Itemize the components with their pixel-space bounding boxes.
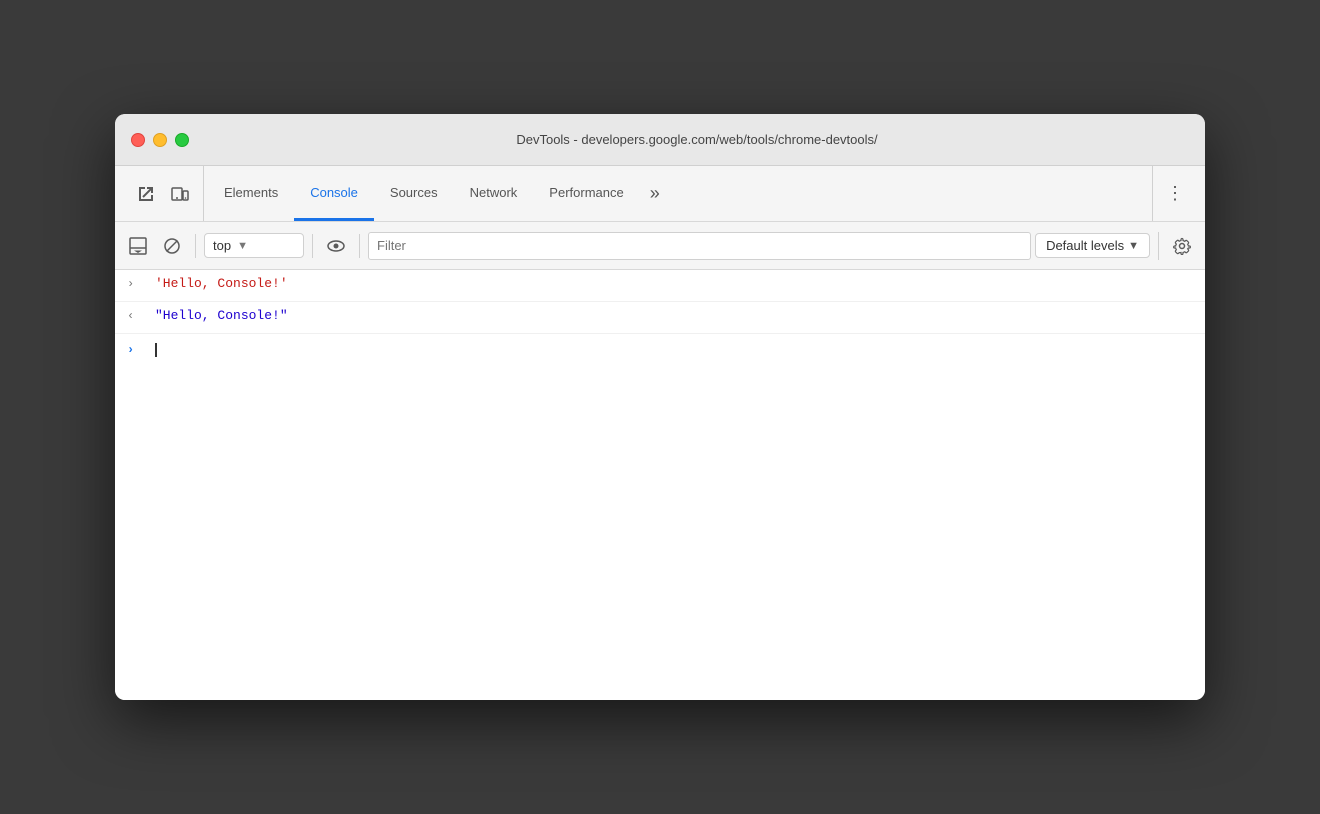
console-log-line-2[interactable]: ‹ "Hello, Console!" [115, 302, 1205, 334]
clear-console-button[interactable] [157, 231, 187, 261]
more-options-button[interactable]: ⋮ [1161, 180, 1189, 208]
console-output-text-1: 'Hello, Console!' [155, 276, 288, 291]
console-cursor [155, 343, 157, 357]
maximize-button[interactable] [175, 133, 189, 147]
console-output-text-2: "Hello, Console!" [155, 308, 288, 323]
show-drawer-button[interactable] [123, 231, 153, 261]
title-bar: DevTools - developers.google.com/web/too… [115, 114, 1205, 166]
tab-bar-icons [123, 166, 204, 221]
return-arrow-2: ‹ [127, 308, 147, 323]
context-selector[interactable]: top ▼ [204, 233, 304, 258]
minimize-button[interactable] [153, 133, 167, 147]
tab-bar-right: ⋮ [1152, 166, 1197, 221]
toolbar-divider-2 [312, 234, 313, 258]
live-expressions-button[interactable] [321, 231, 351, 261]
toolbar-divider-4 [1158, 232, 1159, 260]
window-title: DevTools - developers.google.com/web/too… [205, 132, 1189, 147]
console-prompt-icon: › [127, 343, 147, 357]
tab-elements[interactable]: Elements [208, 166, 294, 221]
traffic-lights [131, 133, 189, 147]
console-output: › 'Hello, Console!' ‹ "Hello, Console!" … [115, 270, 1205, 700]
toolbar-divider-3 [359, 234, 360, 258]
toolbar-divider-1 [195, 234, 196, 258]
tab-network[interactable]: Network [454, 166, 534, 221]
settings-button[interactable] [1167, 231, 1197, 261]
console-log-line-1[interactable]: › 'Hello, Console!' [115, 270, 1205, 302]
tab-console[interactable]: Console [294, 166, 374, 221]
expand-arrow-1[interactable]: › [127, 276, 147, 291]
console-toolbar: top ▼ Default levels ▼ [115, 222, 1205, 270]
tab-bar: Elements Console Sources Network Perform… [115, 166, 1205, 222]
more-tabs-button[interactable]: » [640, 166, 670, 221]
inspect-icon[interactable] [131, 179, 161, 209]
devtools-window: DevTools - developers.google.com/web/too… [115, 114, 1205, 700]
device-toggle-icon[interactable] [165, 179, 195, 209]
tabs-container: Elements Console Sources Network Perform… [208, 166, 1148, 221]
console-input-line[interactable]: › [115, 334, 1205, 366]
tab-performance[interactable]: Performance [533, 166, 639, 221]
close-button[interactable] [131, 133, 145, 147]
tab-sources[interactable]: Sources [374, 166, 454, 221]
log-levels-button[interactable]: Default levels ▼ [1035, 233, 1150, 258]
filter-input[interactable] [368, 232, 1031, 260]
